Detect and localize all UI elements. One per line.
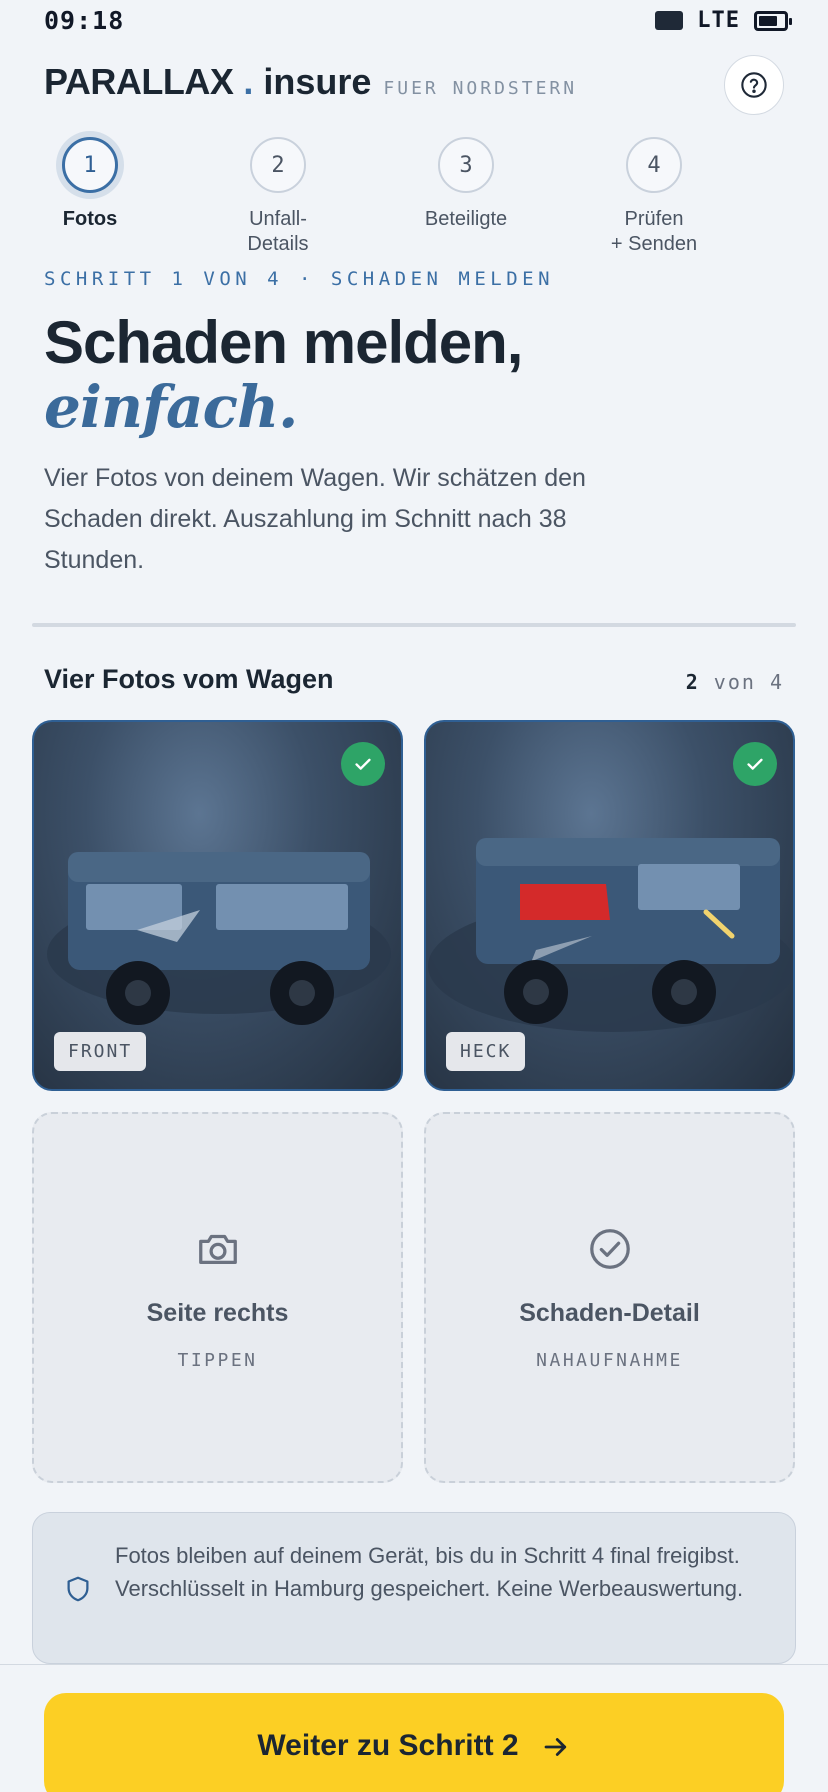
brand-logo: PARALLAX . insure FUER NORDSTERN [44,61,577,103]
step-label: Prüfen + Senden [610,208,698,255]
battery-icon [754,10,792,31]
photo-tag: HECK [446,1032,526,1071]
step-label: Beteiligte [424,208,508,230]
continue-button[interactable]: Weiter zu Schritt 2 [44,1693,784,1792]
step-beteiligte[interactable]: 3 Beteiligte [386,130,546,232]
network-label: LTE [697,8,740,33]
slot-title: Schaden-Detail [519,1299,700,1327]
photos-count: 2 von 4 [686,670,784,694]
privacy-notice: Fotos bleiben auf deinem Gerät, bis du i… [32,1512,796,1664]
continue-button-label: Weiter zu Schritt 2 [257,1729,519,1762]
page-title-emphasis: einfach. [44,373,298,441]
brand-product: insure [263,61,372,102]
step-fotos[interactable]: 1 Fotos [10,130,170,232]
brand-subtitle: FUER NORDSTERN [383,78,578,99]
check-circle-icon [589,1229,630,1269]
status-bar: 09:18 LTE [0,0,828,38]
camera-icon [198,1234,237,1265]
checkmark-icon [747,758,763,770]
photo-slot-schaden-detail[interactable]: Schaden-Detail NAHAUFNAHME [424,1112,795,1483]
status-indicators: LTE [655,8,792,33]
step-label: Unfall- Details [247,208,309,255]
question-circle-icon [741,72,767,98]
slot-hint: NAHAUFNAHME [536,1350,683,1371]
photo-card-heck[interactable]: HECK [424,720,795,1091]
privacy-notice-text: Fotos bleiben auf deinem Gerät, bis du i… [115,1543,744,1601]
step-eyebrow: SCHRITT 1 VON 4 · SCHADEN MELDEN [44,268,555,290]
slot-title: Seite rechts [146,1299,289,1327]
step-label: Fotos [62,208,118,230]
slot-hint: TIPPEN [177,1350,258,1371]
section-divider [32,623,796,627]
help-button[interactable] [724,55,784,115]
brand-dot: . [243,61,254,102]
photos-count-done: 2 [685,670,700,694]
arrow-right-icon [544,1738,566,1756]
photo-tag: FRONT [54,1032,147,1071]
checkmark-icon [355,758,371,770]
step-unfall-details[interactable]: 2 Unfall- Details [198,130,358,257]
step-number: 3 [438,137,494,193]
signal-icon [655,11,684,30]
photos-section-title: Vier Fotos vom Wagen [44,664,334,694]
progress-stepper: 1 Fotos 2 Unfall- Details 3 Beteiligte 4… [44,130,784,260]
page-title: Schaden melden, [44,309,523,376]
shield-icon [67,1576,89,1602]
app-header: PARALLAX . insure FUER NORDSTERN [44,55,784,115]
photo-card-front[interactable]: FRONT [32,720,403,1091]
done-check-badge [341,742,385,786]
intro-text: Vier Fotos von deinem Wagen. Wir schätze… [44,464,586,574]
photo-slot-seite-rechts[interactable]: Seite rechts TIPPEN [32,1112,403,1483]
status-time: 09:18 [44,6,125,35]
brand-name: PARALLAX [44,61,234,102]
done-check-badge [733,742,777,786]
step-number: 4 [626,137,682,193]
step-number: 1 [62,137,118,193]
step-pruefen-senden[interactable]: 4 Prüfen + Senden [574,130,734,257]
step-number: 2 [250,137,306,193]
photos-count-total: von 4 [713,670,784,694]
